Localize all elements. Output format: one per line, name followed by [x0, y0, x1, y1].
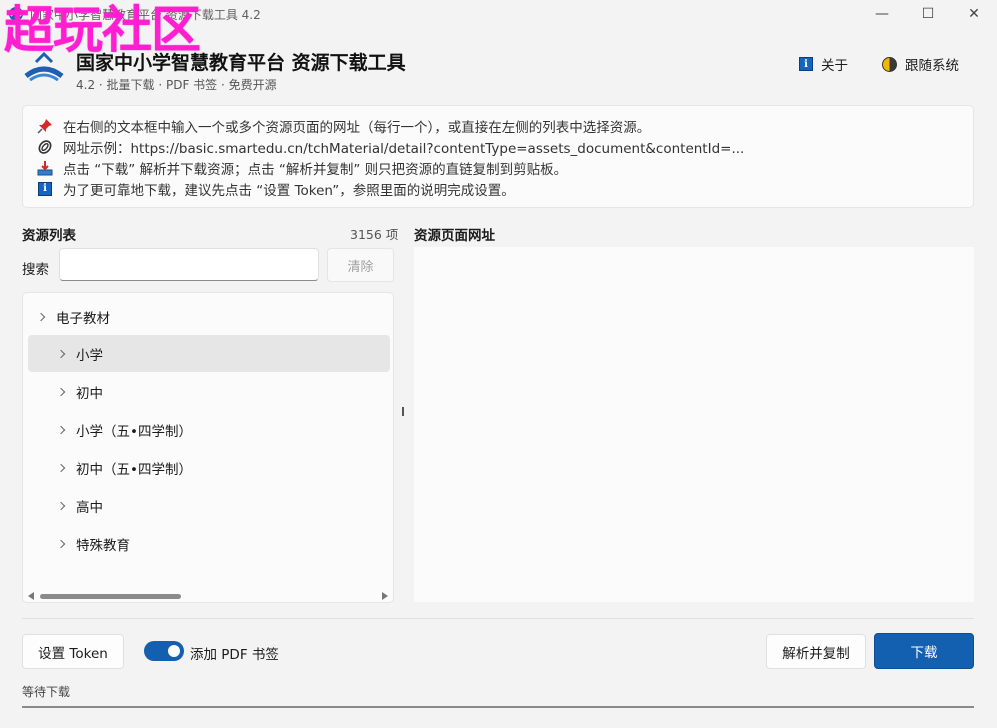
info-icon: i [37, 181, 53, 197]
about-label: 关于 [821, 58, 848, 74]
tree-item-junior[interactable]: 初中 [28, 373, 390, 410]
info-icon: i [799, 57, 813, 71]
pdf-bookmark-label: 添加 PDF 书签 [190, 647, 279, 663]
tree-item-primary[interactable]: 小学 [28, 335, 390, 372]
window-controls: — ☐ ✕ [859, 0, 997, 28]
pin-icon [37, 118, 53, 134]
chevron-right-icon[interactable] [56, 539, 66, 548]
instruction-line: 网址示例：https://basic.smartedu.cn/tchMateri… [37, 136, 959, 157]
url-panel-label: 资源页面网址 [414, 228, 495, 244]
paperclip-icon [37, 139, 53, 155]
resource-tree[interactable]: 电子教材 小学 初中 小学（五•四学制） 初中（五•四学制） 高中 特殊教育 [22, 292, 394, 603]
chevron-right-icon[interactable] [56, 463, 66, 472]
divider [22, 618, 974, 619]
pdf-bookmark-toggle[interactable] [144, 641, 184, 661]
close-button[interactable]: ✕ [951, 0, 997, 28]
parse-copy-button[interactable]: 解析并复制 [766, 634, 866, 669]
tree-item-e-textbooks[interactable]: 电子教材 [28, 298, 390, 335]
instructions-box: 在右侧的文本框中输入一个或多个资源页面的网址（每行一个），或直接在左侧的列表中选… [22, 105, 974, 208]
url-textarea[interactable] [414, 247, 974, 602]
set-token-button[interactable]: 设置 Token [22, 634, 124, 669]
chevron-right-icon[interactable] [56, 501, 66, 510]
toggle-knob [168, 645, 180, 657]
clear-button[interactable]: 清除 [327, 248, 394, 282]
chevron-right-icon[interactable] [56, 425, 66, 434]
minimize-button[interactable]: — [859, 0, 905, 28]
about-button[interactable]: i 关于 [799, 54, 848, 74]
instruction-line: 点击 “下载” 解析并下载资源；点击 “解析并复制” 则只把资源的直链复制到剪贴… [37, 157, 959, 178]
instruction-line: i 为了更可靠地下载，建议先点击 “设置 Token”，参照里面的说明完成设置。 [37, 178, 959, 199]
scroll-left-icon[interactable] [28, 592, 34, 600]
maximize-button[interactable]: ☐ [905, 0, 951, 28]
status-text: 等待下载 [22, 685, 71, 699]
search-label: 搜索 [22, 262, 49, 278]
resource-count: 3156 项 [350, 227, 399, 242]
app-subtitle: 4.2 · 批量下载 · PDF 书签 · 免费开源 [76, 78, 277, 92]
scrollbar-thumb[interactable] [40, 594, 181, 599]
progress-bar [22, 706, 974, 708]
search-input[interactable] [59, 248, 319, 281]
theme-label: 跟随系统 [905, 58, 959, 74]
panel-splitter[interactable] [402, 407, 404, 416]
tree-item-special[interactable]: 特殊教育 [28, 525, 390, 562]
instruction-line: 在右侧的文本框中输入一个或多个资源页面的网址（每行一个），或直接在左侧的列表中选… [37, 115, 959, 136]
tree-item-senior[interactable]: 高中 [28, 487, 390, 524]
chevron-right-icon[interactable] [36, 312, 46, 321]
download-button[interactable]: 下载 [874, 633, 974, 669]
chevron-right-icon[interactable] [56, 349, 66, 358]
download-tray-icon [37, 160, 53, 176]
resource-list-label: 资源列表 [22, 228, 76, 244]
watermark-text: 超玩社区 [4, 1, 201, 59]
theme-icon [882, 56, 897, 72]
chevron-right-icon[interactable] [56, 387, 66, 396]
tree-item-primary-54[interactable]: 小学（五•四学制） [28, 411, 390, 448]
horizontal-scrollbar[interactable] [22, 589, 394, 603]
theme-button[interactable]: 跟随系统 [882, 54, 959, 74]
scroll-right-icon[interactable] [382, 592, 388, 600]
tree-item-junior-54[interactable]: 初中（五•四学制） [28, 449, 390, 486]
